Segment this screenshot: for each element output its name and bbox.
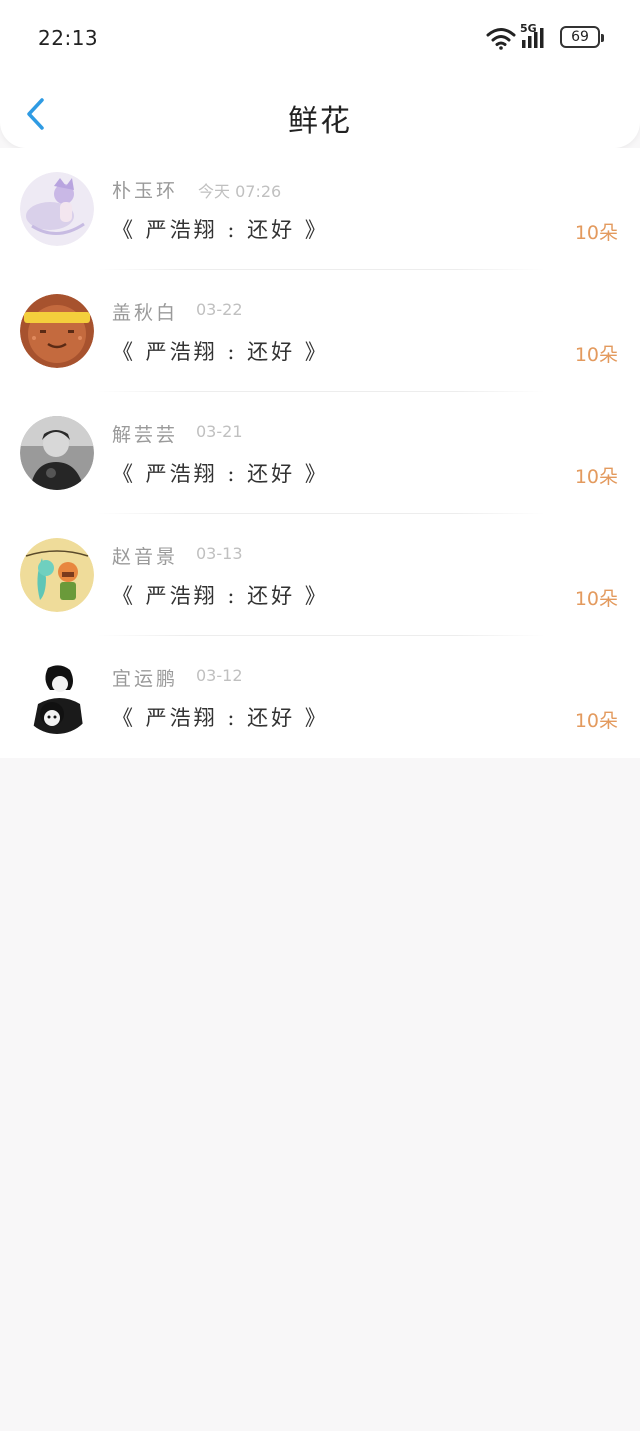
gift-date: 03-12	[196, 666, 243, 685]
status-time: 22:13	[38, 26, 99, 50]
avatar	[20, 416, 94, 490]
avatar	[20, 294, 94, 368]
app-header: 22:13 5G 69 鲜花	[0, 0, 640, 148]
gift-date: 今天 07:26	[198, 182, 282, 201]
list-item[interactable]: 赵音景 03-13 《 严浩翔 : 还好 》 10朵	[0, 514, 640, 636]
gift-message: 《 严浩翔 : 还好 》	[112, 218, 329, 242]
gift-message: 《 严浩翔 : 还好 》	[112, 462, 329, 486]
sender-name: 盖秋白	[112, 302, 179, 324]
gift-message: 《 严浩翔 : 还好 》	[112, 584, 329, 608]
list-item[interactable]: 宜运鹏 03-12 《 严浩翔 : 还好 》 10朵	[0, 636, 640, 758]
gift-message: 《 严浩翔 : 还好 》	[112, 706, 329, 730]
flower-count: 10朵	[574, 588, 618, 610]
list-item[interactable]: 朴玉环 今天 07:26 《 严浩翔 : 还好 》 10朵	[0, 148, 640, 270]
battery-icon: 69	[560, 26, 604, 48]
sender-name: 朴玉环	[112, 180, 179, 202]
list-item[interactable]: 解芸芸 03-21 《 严浩翔 : 还好 》 10朵	[0, 392, 640, 514]
sender-name: 解芸芸	[112, 424, 179, 446]
avatar	[20, 660, 94, 734]
flower-gift-list: 朴玉环 今天 07:26 《 严浩翔 : 还好 》 10朵 盖秋白 03-22 …	[0, 148, 640, 758]
flower-count: 10朵	[574, 466, 618, 488]
avatar	[20, 172, 94, 246]
gift-message: 《 严浩翔 : 还好 》	[112, 340, 329, 364]
wifi-icon	[486, 28, 516, 50]
avatar	[20, 538, 94, 612]
flower-count: 10朵	[574, 344, 618, 366]
gift-date: 03-13	[196, 544, 243, 563]
page-title: 鲜花	[288, 104, 352, 139]
signal-strength-icon	[522, 28, 544, 48]
flower-count: 10朵	[574, 710, 618, 732]
gift-date: 03-22	[196, 300, 243, 319]
flower-count: 10朵	[574, 222, 618, 244]
sender-name: 赵音景	[112, 546, 179, 568]
list-item[interactable]: 盖秋白 03-22 《 严浩翔 : 还好 》 10朵	[0, 270, 640, 392]
gift-date: 03-21	[196, 422, 243, 441]
sender-name: 宜运鹏	[112, 668, 179, 690]
